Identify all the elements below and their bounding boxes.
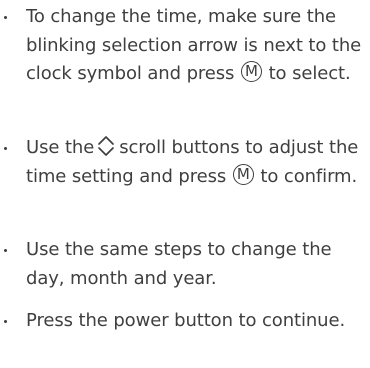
step-text: Use the same steps to change the day, mo… [26,239,332,289]
step-change-date: Use the same steps to change the day, mo… [4,236,362,293]
step-text: to confirm. [260,165,358,187]
step-text: Press the power button to continue. [26,310,346,331]
bullet-icon [4,16,7,19]
step-change-time: To change the time, make sure the blinki… [4,3,362,89]
step-power-continue: Press the power button to continue. [4,307,362,336]
step-adjust-time: Use the scroll buttons to adjust the tim… [4,134,362,191]
step-text: Use the [26,137,95,158]
step-text: to select. [268,63,351,84]
bullet-icon [4,249,7,252]
m-button-letter: M [236,164,250,183]
m-button-icon: M [232,163,254,185]
up-down-chevron-icon [98,136,115,156]
m-button-letter: M [245,62,258,80]
bullet-icon [4,320,7,323]
bullet-icon [4,147,7,150]
m-button-icon: M [240,61,262,82]
